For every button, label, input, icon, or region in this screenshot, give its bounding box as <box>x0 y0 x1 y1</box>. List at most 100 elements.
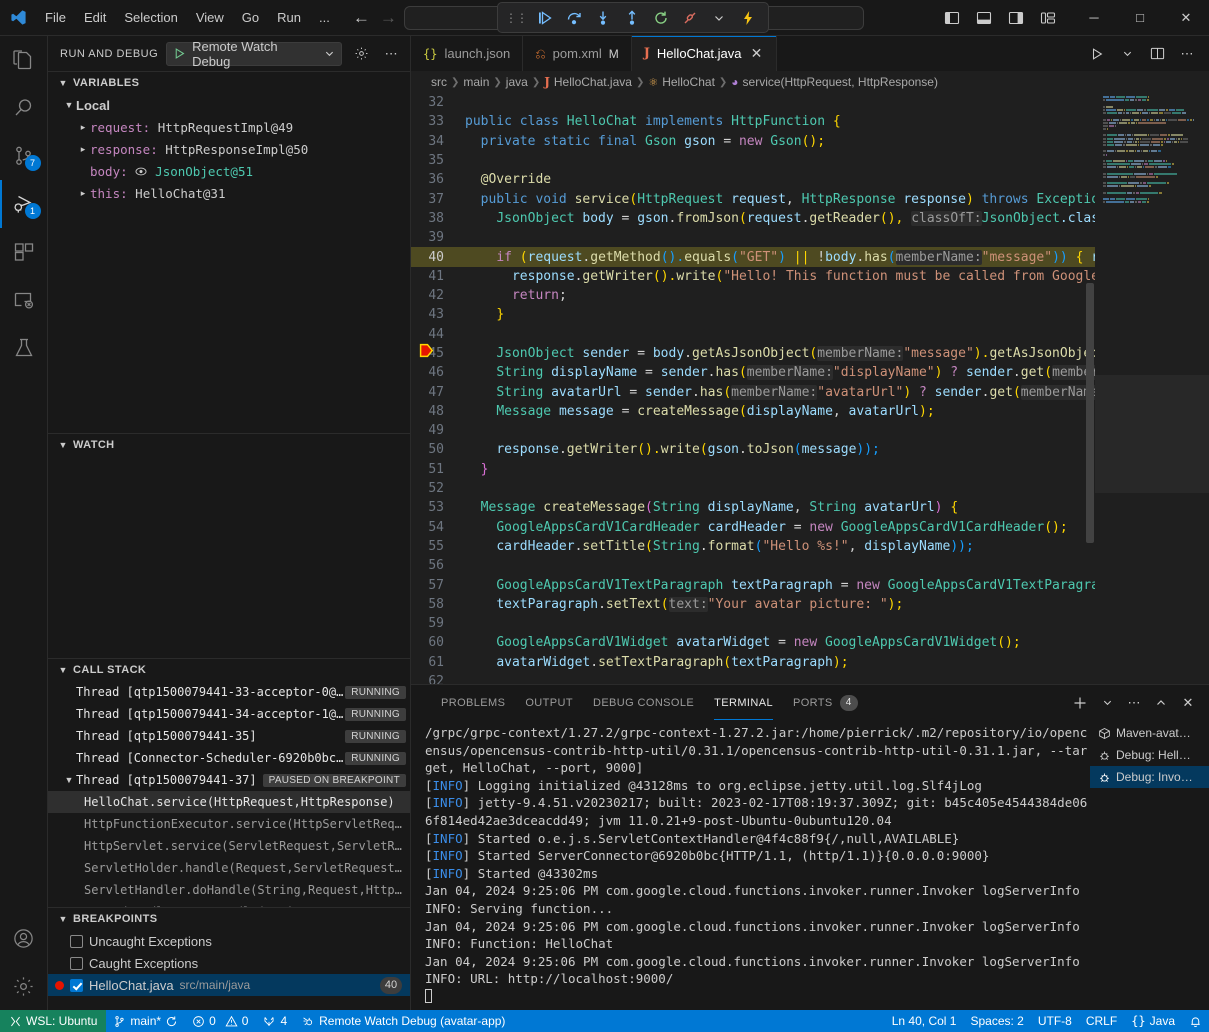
tab-hellochat-java[interactable]: J HelloChat.java ✕ <box>632 36 778 71</box>
thread-row[interactable]: Thread [qtp1500079441-34-acceptor-1@66… … <box>48 703 410 725</box>
status-remote-host[interactable]: WSL: Ubuntu <box>0 1010 106 1032</box>
code-line[interactable]: 38 JsonObject body = gson.fromJson(reque… <box>411 209 1095 228</box>
panel-more-actions-button[interactable]: ⋯ <box>1121 690 1147 716</box>
code-line[interactable]: 51 } <box>411 460 1095 479</box>
split-editor-button[interactable] <box>1143 40 1171 68</box>
tab-launch-json[interactable]: {} launch.json <box>411 36 523 71</box>
code-line[interactable]: 44 <box>411 325 1095 344</box>
code-line[interactable]: 49 <box>411 421 1095 440</box>
status-indentation[interactable]: Spaces: 2 <box>963 1010 1030 1032</box>
minimap[interactable] <box>1095 93 1209 684</box>
editor-more-actions-button[interactable]: ⋯ <box>1173 40 1201 68</box>
status-ports[interactable]: 4 <box>255 1010 294 1032</box>
variable-row-body[interactable]: body: JsonObject@51 <box>48 160 410 182</box>
terminal-output[interactable]: /grpc/grpc-context/1.27.2/grpc-context-1… <box>411 720 1090 1010</box>
code-line[interactable]: 53 Message createMessage(String displayN… <box>411 498 1095 517</box>
thread-row-paused[interactable]: ▼ Thread [qtp1500079441-37] PAUSED ON BR… <box>48 769 410 791</box>
breadcrumb-method[interactable]: service(HttpRequest, HttpResponse) <box>743 75 938 89</box>
code-line[interactable]: 32 <box>411 93 1095 112</box>
chevron-down-icon[interactable] <box>1113 40 1141 68</box>
run-java-button[interactable] <box>1083 40 1111 68</box>
code-line[interactable]: 59 <box>411 614 1095 633</box>
stack-frame-row[interactable]: HttpFunctionExecutor.service(HttpServlet… <box>48 813 410 835</box>
status-language-mode[interactable]: {} Java <box>1124 1010 1182 1032</box>
code-line[interactable]: 55 cardHeader.setTitle(String.format("He… <box>411 537 1095 556</box>
breakpoint-row-uncaught[interactable]: Uncaught Exceptions <box>48 930 410 952</box>
code-line[interactable]: 34 private static final Gson gson = new … <box>411 132 1095 151</box>
minimap-slider[interactable] <box>1095 375 1209 493</box>
breakpoint-row-caught[interactable]: Caught Exceptions <box>48 952 410 974</box>
code-line[interactable]: 46 String displayName = sender.has(membe… <box>411 363 1095 382</box>
code-line[interactable]: 56 <box>411 556 1095 575</box>
code-content[interactable]: 3233public class HelloChat implements Ht… <box>411 93 1095 684</box>
menu-file[interactable]: File <box>36 6 75 29</box>
chevron-down-icon[interactable] <box>1094 690 1120 716</box>
tab-terminal[interactable]: TERMINAL <box>704 685 783 720</box>
menu-selection[interactable]: Selection <box>115 6 186 29</box>
code-line[interactable]: 37 public void service(HttpRequest reque… <box>411 189 1095 208</box>
terminal-item-debug-invoker[interactable]: Debug: Invo… <box>1090 766 1209 788</box>
tab-pom-xml[interactable]: ⎌ pom.xml M <box>523 36 632 71</box>
close-panel-button[interactable]: ✕ <box>1175 690 1201 716</box>
sidebar-item-extensions[interactable] <box>0 228 48 276</box>
tab-problems[interactable]: PROBLEMS <box>431 685 515 720</box>
status-eol[interactable]: CRLF <box>1079 1010 1124 1032</box>
current-execution-breakpoint-icon[interactable] <box>419 342 436 359</box>
variable-row-request[interactable]: ▸ request: HttpRequestImpl@49 <box>48 116 410 138</box>
navigate-back-icon[interactable]: ← <box>353 9 370 26</box>
status-problems[interactable]: 0 0 <box>185 1010 255 1032</box>
status-debug-session[interactable]: Remote Watch Debug (avatar-app) <box>294 1010 512 1032</box>
code-line[interactable]: 35 <box>411 151 1095 170</box>
breakpoints-section-header[interactable]: ▼ BREAKPOINTS <box>48 908 410 930</box>
code-line[interactable]: 47 String avatarUrl = sender.has(memberN… <box>411 382 1095 401</box>
step-out-button[interactable] <box>619 5 645 30</box>
status-notifications[interactable] <box>1182 1010 1209 1032</box>
sidebar-item-remote-explorer[interactable] <box>0 276 48 324</box>
menu-more[interactable]: ... <box>310 6 339 29</box>
breadcrumb-src[interactable]: src <box>431 75 447 89</box>
breadcrumb-java[interactable]: java <box>506 75 528 89</box>
breakpoint-checkbox[interactable] <box>70 935 83 948</box>
menu-run[interactable]: Run <box>268 6 310 29</box>
tab-ports[interactable]: PORTS 4 <box>783 685 868 720</box>
maximize-panel-button[interactable] <box>1148 690 1174 716</box>
code-line[interactable]: 62 <box>411 672 1095 684</box>
customize-layout-icon[interactable] <box>1033 3 1063 33</box>
breakpoint-checkbox[interactable] <box>70 979 83 992</box>
code-line[interactable]: 60 GoogleAppsCardV1Widget avatarWidget =… <box>411 633 1095 652</box>
breakpoint-checkbox[interactable] <box>70 957 83 970</box>
variable-row-response[interactable]: ▸ response: HttpResponseImpl@50 <box>48 138 410 160</box>
settings-gear-icon[interactable] <box>0 962 48 1010</box>
stack-frame-row[interactable]: HttpServlet.service(ServletRequest,Servl… <box>48 835 410 857</box>
code-line[interactable]: 58 textParagraph.setText(text:"Your avat… <box>411 595 1095 614</box>
menu-view[interactable]: View <box>187 6 233 29</box>
step-into-button[interactable] <box>590 5 616 30</box>
minimize-button[interactable]: ─ <box>1071 0 1117 36</box>
code-line[interactable]: 54 GoogleAppsCardV1CardHeader cardHeader… <box>411 518 1095 537</box>
status-encoding[interactable]: UTF-8 <box>1031 1010 1079 1032</box>
toggle-primary-sidebar-icon[interactable] <box>937 3 967 33</box>
breadcrumb-file[interactable]: HelloChat.java <box>554 75 632 89</box>
terminal-item-debug-hello[interactable]: Debug: Hell… <box>1090 744 1209 766</box>
code-line[interactable]: 45 JsonObject sender = body.getAsJsonObj… <box>411 344 1095 363</box>
code-line[interactable]: 36 @Override <box>411 170 1095 189</box>
launch-configuration-dropdown[interactable]: Remote Watch Debug <box>166 42 342 66</box>
editor-scroll-thumb[interactable] <box>1086 283 1094 543</box>
menu-go[interactable]: Go <box>233 6 268 29</box>
maximize-button[interactable]: □ <box>1117 0 1163 36</box>
breadcrumb-main[interactable]: main <box>463 75 489 89</box>
code-line[interactable]: 48 Message message = createMessage(displ… <box>411 402 1095 421</box>
status-cursor-position[interactable]: Ln 40, Col 1 <box>885 1010 964 1032</box>
code-editor[interactable]: 3233public class HelloChat implements Ht… <box>411 93 1209 684</box>
code-line[interactable]: 40 if (request.getMethod().equals("GET")… <box>411 247 1095 266</box>
code-line[interactable]: 39 <box>411 228 1095 247</box>
stack-frame-row[interactable]: HelloChat.service(HttpRequest,HttpRespon… <box>48 791 410 813</box>
sidebar-item-run-and-debug[interactable]: 1 <box>0 180 48 228</box>
thread-row[interactable]: Thread [Connector-Scheduler-6920b0bc-1] … <box>48 747 410 769</box>
terminal-item-maven[interactable]: Maven-avat… <box>1090 722 1209 744</box>
sidebar-item-source-control[interactable]: 7 <box>0 132 48 180</box>
tab-output[interactable]: OUTPUT <box>515 685 583 720</box>
restart-button[interactable] <box>648 5 674 30</box>
breakpoint-row-hellochat[interactable]: HelloChat.java src/main/java 40 <box>48 974 410 996</box>
code-line[interactable]: 43 } <box>411 305 1095 324</box>
